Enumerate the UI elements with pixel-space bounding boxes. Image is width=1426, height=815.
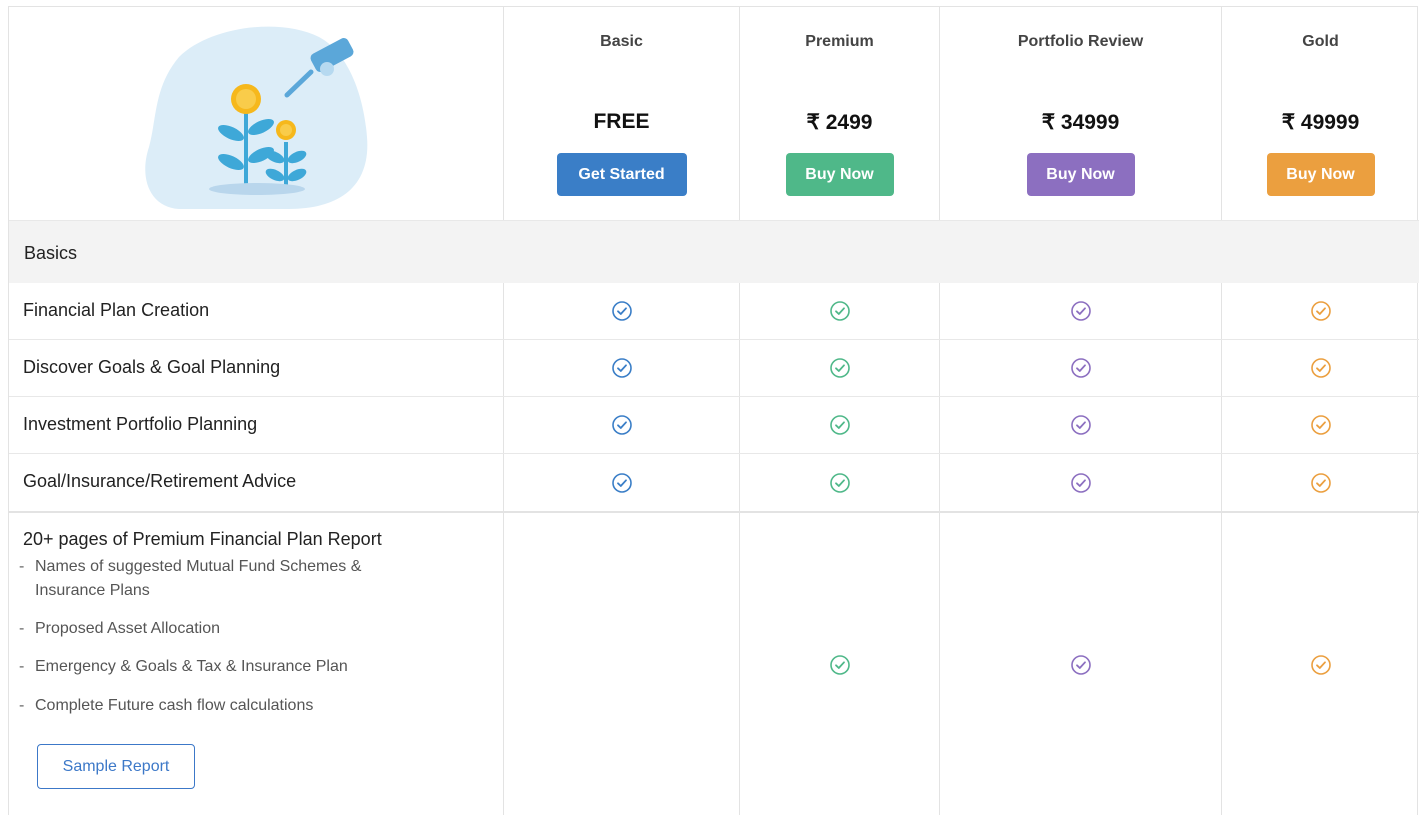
check-circle-icon [611, 301, 632, 321]
plan-basic: Basic FREE Get Started [503, 7, 739, 220]
money-plant-watering-can-icon [145, 26, 368, 209]
check-circle-icon [611, 472, 632, 493]
check-circle-icon [829, 415, 850, 435]
feature-row: Goal/Insurance/Retirement Advice [9, 454, 1419, 513]
plan-price: FREE [593, 110, 650, 133]
report-description: 20+ pages of Premium Financial Plan Repo… [9, 513, 503, 815]
buy-now-button-gold[interactable]: Buy Now [1266, 153, 1375, 196]
check-circle-icon [1070, 358, 1091, 378]
plan-name: Portfolio Review [1017, 33, 1144, 50]
check-circle-icon [829, 358, 850, 378]
check-circle-icon [829, 654, 850, 675]
check-circle-icon [1310, 358, 1331, 378]
section-title: Basics [24, 243, 78, 263]
list-item: Proposed Asset Allocation [19, 617, 439, 641]
report-row: 20+ pages of Premium Financial Plan Repo… [9, 513, 1419, 815]
check-circle-icon [1070, 472, 1091, 493]
section-row-basics: Basics [9, 221, 1419, 283]
plan-premium: Premium ₹ 2499 Buy Now [739, 7, 939, 220]
check-circle-icon [1310, 415, 1331, 435]
plan-price: ₹ 2499 [806, 111, 873, 134]
report-title: 20+ pages of Premium Financial Plan Repo… [23, 529, 382, 549]
check-circle-icon [611, 415, 632, 435]
buy-now-button-premium[interactable]: Buy Now [785, 153, 894, 196]
check-circle-icon [829, 472, 850, 493]
feature-label: Investment Portfolio Planning [23, 414, 258, 434]
check-circle-icon [1070, 654, 1091, 675]
report-basic-cell [503, 513, 739, 815]
list-item: Emergency & Goals & Tax & Insurance Plan [19, 655, 439, 679]
list-item: Names of suggested Mutual Fund Schemes &… [19, 555, 419, 603]
list-item: Complete Future cash flow calculations [19, 694, 439, 718]
feature-label: Discover Goals & Goal Planning [23, 357, 281, 377]
plans-header-row: Basic FREE Get Started Premium ₹ 2499 Bu… [9, 7, 1419, 221]
report-feature-list: Names of suggested Mutual Fund Schemes &… [19, 555, 439, 718]
illustration-cell [9, 7, 503, 220]
feature-label: Financial Plan Creation [23, 300, 210, 320]
plan-name: Gold [1302, 33, 1339, 50]
plan-price: ₹ 34999 [1041, 111, 1120, 134]
pricing-table: Basic FREE Get Started Premium ₹ 2499 Bu… [8, 6, 1419, 815]
buy-now-button-portfolio-review[interactable]: Buy Now [1026, 153, 1135, 196]
plan-price: ₹ 49999 [1281, 111, 1360, 134]
feature-row: Investment Portfolio Planning [9, 397, 1419, 454]
check-circle-icon [1310, 654, 1331, 675]
check-circle-icon [611, 358, 632, 378]
feature-row: Discover Goals & Goal Planning [9, 340, 1419, 397]
plan-name: Basic [600, 33, 643, 50]
plan-portfolio-review: Portfolio Review ₹ 34999 Buy Now [939, 7, 1221, 220]
feature-label: Goal/Insurance/Retirement Advice [23, 471, 297, 491]
plan-name: Premium [805, 33, 874, 50]
check-circle-icon [1070, 301, 1091, 321]
feature-row: Financial Plan Creation [9, 283, 1419, 340]
check-circle-icon [829, 301, 850, 321]
get-started-button[interactable]: Get Started [556, 153, 687, 196]
plan-gold: Gold ₹ 49999 Buy Now [1221, 7, 1419, 220]
check-circle-icon [1310, 301, 1331, 321]
check-circle-icon [1310, 472, 1331, 493]
sample-report-button[interactable]: Sample Report [37, 744, 195, 789]
check-circle-icon [1070, 415, 1091, 435]
